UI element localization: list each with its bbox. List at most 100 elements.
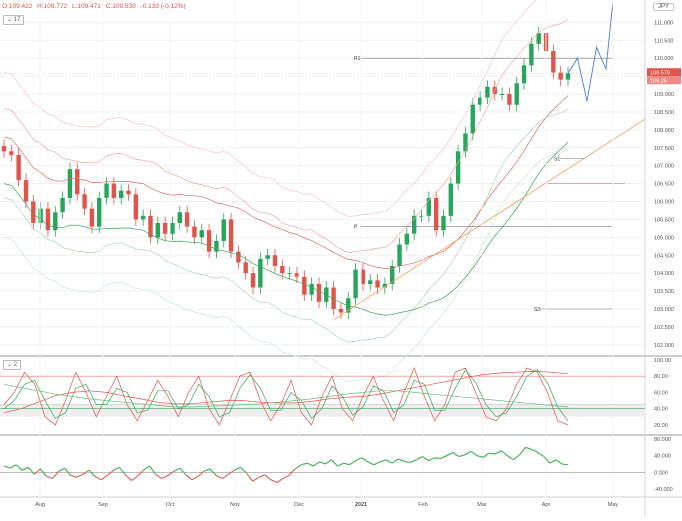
candle-up — [397, 244, 402, 266]
candle-down — [82, 194, 87, 209]
momentum-tick-label: 0.000 — [654, 470, 668, 476]
oscillator-count-badge[interactable]: ⌄ 2 — [3, 360, 22, 370]
ohlc-low: L:109.471 — [71, 3, 101, 10]
candle-down — [433, 197, 439, 231]
countdown-tag-text: 109.25 — [650, 79, 667, 85]
momentum-segment — [131, 475, 138, 482]
time-tick-label: Nov — [230, 502, 240, 508]
price-tick-label: 103.500 — [654, 289, 674, 295]
momentum-segment — [331, 459, 338, 467]
momentum-segment — [264, 474, 272, 481]
momentum-segment — [519, 446, 527, 456]
momentum-segment — [319, 461, 326, 465]
candle-up — [485, 86, 490, 98]
momentum-segment — [531, 448, 538, 453]
momentum-segment — [343, 462, 350, 466]
momentum-segment — [33, 468, 41, 475]
momentum-segment — [434, 457, 441, 460]
chart-svg[interactable]: 111.000110.500110.000109.500109.000108.5… — [0, 0, 682, 516]
momentum-segment — [500, 450, 508, 457]
momentum-segment — [179, 467, 187, 476]
candle-up — [104, 183, 109, 198]
candle-down — [75, 169, 80, 195]
price-tick-label: 106.500 — [654, 182, 674, 188]
price-tick-label: 103.000 — [654, 307, 674, 313]
price-tick-label: 108.500 — [654, 110, 674, 116]
momentum-segment — [373, 461, 381, 466]
momentum-segment — [173, 467, 181, 472]
candle-up — [368, 280, 373, 284]
upper-band-inner — [3, 19, 569, 253]
candle-down — [228, 219, 234, 252]
momentum-segment — [549, 459, 557, 464]
momentum-segment — [537, 451, 545, 457]
candle-down — [338, 309, 344, 313]
candle-up — [287, 273, 292, 275]
momentum-segment — [301, 462, 308, 466]
momentum-segment — [197, 470, 205, 477]
time-tick-label: Aug — [35, 502, 45, 508]
time-tick-label: Dec — [294, 502, 304, 508]
indicator-count-badge[interactable]: ⌄ 17 — [3, 15, 25, 25]
momentum-segment — [306, 462, 314, 467]
lower-band-inner — [3, 108, 569, 343]
momentum-segment — [379, 459, 387, 463]
momentum-segment — [397, 458, 405, 463]
momentum-segment — [185, 474, 193, 481]
momentum-segment — [312, 461, 320, 467]
candle-up — [353, 269, 358, 299]
candle-down — [250, 273, 256, 288]
momentum-segment — [215, 475, 223, 480]
momentum-segment — [46, 475, 53, 480]
oscillator-band — [0, 404, 645, 417]
symbol-badge[interactable]: JPY — [652, 3, 674, 11]
time-tick-label: Feb — [418, 502, 427, 508]
candle-up — [221, 219, 226, 241]
momentum-segment — [124, 474, 132, 481]
candle-down — [45, 208, 51, 231]
momentum-segment — [100, 475, 108, 481]
oscillator-tick-label: 40.00 — [654, 407, 668, 413]
candle-up — [38, 208, 43, 223]
momentum-segment — [440, 455, 447, 460]
long-average — [3, 95, 569, 269]
momentum-segment — [203, 468, 211, 472]
candle-down — [192, 226, 197, 238]
candle-up — [514, 83, 519, 105]
momentum-segment — [555, 459, 563, 465]
oscillator-tick-label: 20.00 — [654, 423, 668, 429]
candle-up — [155, 223, 161, 238]
momentum-tick-label: 40.000 — [654, 454, 671, 460]
momentum-segment — [106, 470, 114, 477]
momentum-segment — [3, 465, 11, 469]
candle-down — [23, 180, 29, 202]
time-tick-label: 2021 — [355, 502, 367, 508]
chart-stage: 111.000110.500110.000109.500109.000108.5… — [0, 0, 682, 516]
momentum-segment — [452, 451, 460, 457]
oscillator-tick-label: 80.00 — [654, 374, 668, 380]
momentum-segment — [325, 459, 332, 465]
momentum-segment — [367, 461, 375, 466]
momentum-segment — [391, 458, 399, 464]
momentum-segment — [70, 474, 77, 478]
price-tick-label: 104.000 — [654, 271, 674, 277]
candle-up — [177, 212, 182, 223]
candle-up — [529, 43, 534, 66]
momentum-segment — [246, 472, 254, 482]
forecast-path — [567, 0, 614, 102]
momentum-segment — [282, 475, 290, 480]
momentum-segment — [416, 455, 423, 461]
upper-band-outer — [3, 0, 537, 218]
momentum-segment — [410, 459, 417, 463]
candle-up — [455, 151, 461, 184]
price-tick-label: 102.000 — [654, 343, 674, 349]
candle-up — [309, 283, 314, 295]
price-tick-label: 109.000 — [654, 92, 674, 98]
ohlc-readout: O:109.422 H:109.772 L:109.471 C:109.539 … — [2, 3, 189, 10]
oscillator-tick-label: 60.00 — [654, 390, 668, 396]
momentum-segment — [361, 457, 369, 463]
candle-up — [565, 73, 571, 80]
momentum-segment — [9, 464, 17, 469]
momentum-segment — [482, 452, 490, 458]
candle-down — [133, 194, 139, 220]
